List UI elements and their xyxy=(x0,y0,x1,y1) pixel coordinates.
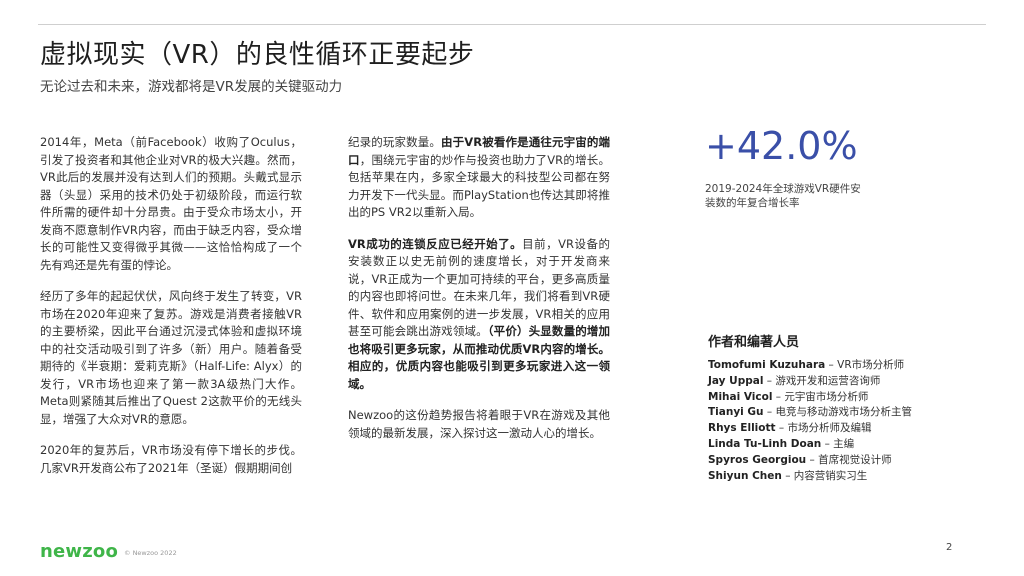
paragraph-text: ，围绕元宇宙的炒作与投资也助力了VR的增长。包括苹果在内，多家全球最大的科技型公… xyxy=(348,152,611,220)
author-item: Tomofumi Kuzuhara – VR市场分析师 xyxy=(708,358,912,374)
paragraph-text: 目前，VR设备的安装数正以史无前例的速度增长，对于开发商来说，VR正成为一个更加… xyxy=(348,236,610,339)
page-subtitle: 无论过去和未来，游戏都将是VR发展的关键驱动力 xyxy=(40,79,343,95)
top-divider xyxy=(38,24,986,25)
body-column-left: 2014年，Meta（前Facebook）收购了Oculus，引发了投资者和其他… xyxy=(40,134,302,491)
paragraph: 2020年的复苏后，VR市场没有停下增长的步伐。几家VR开发商公布了2021年（… xyxy=(40,443,302,475)
author-name: Mihai Vicol xyxy=(708,390,773,403)
author-item: Tianyi Gu – 电竞与移动游戏市场分析主管 xyxy=(708,405,912,421)
paragraph-text: 纪录的玩家数量。 xyxy=(348,135,442,149)
page-number: 2 xyxy=(946,542,953,553)
paragraph: VR成功的连锁反应已经开始了。目前，VR设备的安装数正以史无前例的速度增长，对于… xyxy=(348,236,610,394)
stat-value: +42.0% xyxy=(705,124,858,168)
paragraph: Newzoo的这份趋势报告将着眼于VR在游戏及其他领域的最新发展，深入探讨这一激… xyxy=(348,408,610,440)
author-role: – 首席视觉设计师 xyxy=(806,453,892,466)
author-name: Tianyi Gu xyxy=(708,406,764,419)
author-item: Mihai Vicol – 元宇宙市场分析师 xyxy=(708,390,912,406)
paragraph: 纪录的玩家数量。由于VR被看作是通往元宇宙的端口，围绕元宇宙的炒作与投资也助力了… xyxy=(348,134,610,222)
author-role: – 元宇宙市场分析师 xyxy=(772,390,869,403)
author-name: Tomofumi Kuzuhara xyxy=(708,359,826,371)
author-name: Rhys Elliott xyxy=(708,422,776,435)
author-role: – 主编 xyxy=(821,437,855,450)
stat-caption: 2019-2024年全球游戏VR硬件安装数的年复合增长率 xyxy=(705,183,861,209)
page-title: 虚拟现实（VR）的良性循环正要起步 xyxy=(40,40,475,70)
author-role: – 内容营销实习生 xyxy=(781,469,868,482)
author-role: – 市场分析师及编辑 xyxy=(775,422,872,435)
author-role: – 电竞与移动游戏市场分析主管 xyxy=(763,406,912,419)
paragraph: 2014年，Meta（前Facebook）收购了Oculus，引发了投资者和其他… xyxy=(40,135,302,272)
authors-list: Tomofumi Kuzuhara – VR市场分析师 Jay Uppal – … xyxy=(708,358,912,484)
newzoo-logo: newzoo xyxy=(40,541,119,562)
author-item: Linda Tu-Linh Doan – 主编 xyxy=(708,437,912,453)
author-item: Spyros Georgiou – 首席视觉设计师 xyxy=(708,453,912,469)
body-column-right: 纪录的玩家数量。由于VR被看作是通往元宇宙的端口，围绕元宇宙的炒作与投资也助力了… xyxy=(348,134,610,456)
copyright-notice: © Newzoo 2022 xyxy=(124,549,177,557)
author-item: Shiyun Chen – 内容营销实习生 xyxy=(708,469,912,485)
author-name: Shiyun Chen xyxy=(708,469,782,482)
author-item: Rhys Elliott – 市场分析师及编辑 xyxy=(708,421,912,437)
author-name: Jay Uppal xyxy=(708,374,764,387)
author-item: Jay Uppal – 游戏开发和运营咨询师 xyxy=(708,374,912,390)
paragraph-emphasis: VR成功的连锁反应已经开始了。 xyxy=(348,236,523,251)
author-role: – VR市场分析师 xyxy=(825,359,905,371)
author-role: – 游戏开发和运营咨询师 xyxy=(763,374,881,387)
authors-heading: 作者和编著人员 xyxy=(708,335,800,350)
author-name: Spyros Georgiou xyxy=(708,453,807,466)
author-name: Linda Tu-Linh Doan xyxy=(708,437,822,450)
paragraph: 经历了多年的起起伏伏，风向终于发生了转变，VR市场在2020年迎来了复苏。游戏是… xyxy=(40,289,302,426)
